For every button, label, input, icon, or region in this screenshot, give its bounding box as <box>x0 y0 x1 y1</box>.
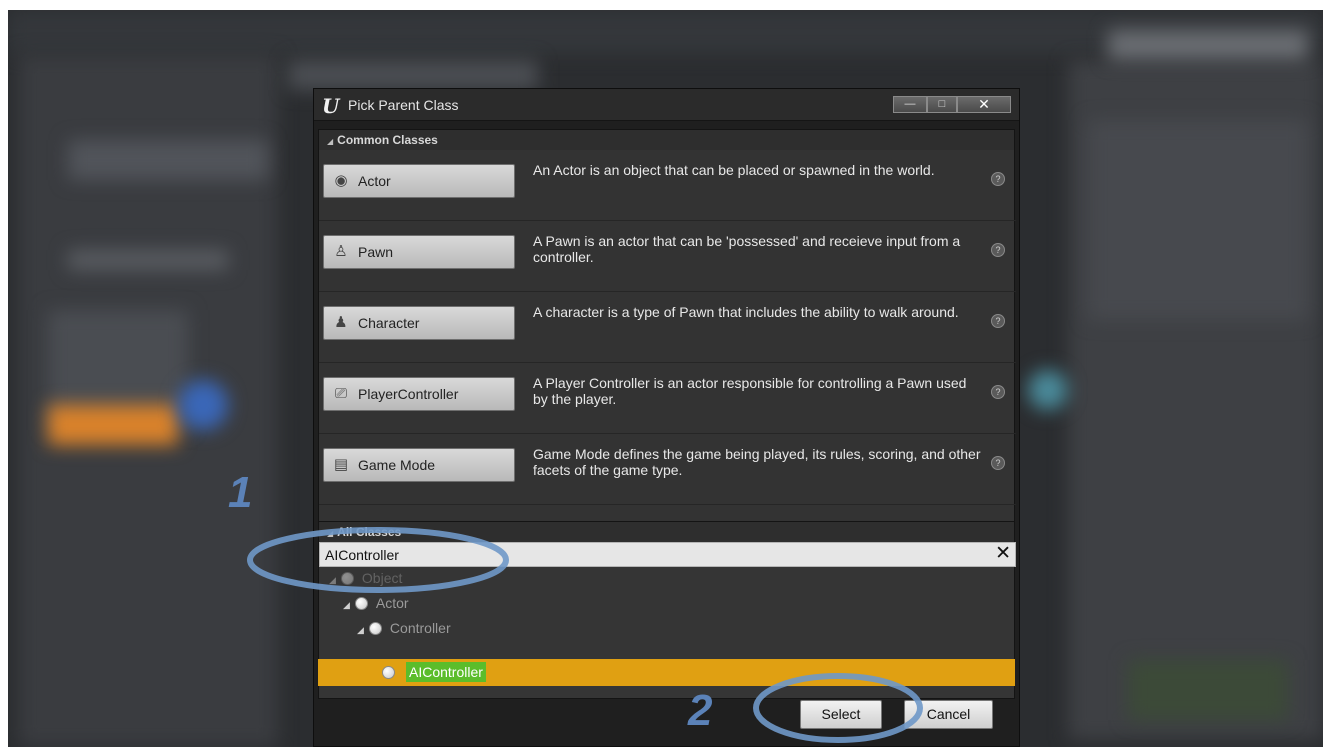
tree-node-label: Actor <box>375 595 409 611</box>
pick-parent-class-dialog: U Pick Parent Class — □ ✕ ◢ Common Classe… <box>313 88 1020 747</box>
game-mode-class-button[interactable]: ▤ Game Mode <box>323 448 515 482</box>
minimize-button[interactable]: — <box>893 96 927 113</box>
game-mode-icon: ▤ <box>333 456 349 473</box>
common-classes-section: ◢ Common Classes ◉ Actor An Actor is an ob… <box>318 129 1016 553</box>
class-description: Game Mode defines the game being played,… <box>533 446 981 478</box>
window-controls: — □ ✕ <box>893 96 1011 113</box>
search-value: AIController <box>325 547 399 563</box>
help-icon[interactable]: ? <box>991 172 1005 186</box>
class-row-actor: ◉ Actor An Actor is an object that can be… <box>319 150 1016 221</box>
expand-triangle-icon: ◢ <box>343 600 350 610</box>
help-icon[interactable]: ? <box>991 456 1005 470</box>
class-row-playercontroller: ⎚ PlayerController A Player Controller is… <box>319 363 1016 434</box>
screenshot-stage: U Pick Parent Class — □ ✕ ◢ Common Classe… <box>0 0 1330 747</box>
dialog-title: Pick Parent Class <box>348 97 459 113</box>
tree-node-controller[interactable]: ◢ Controller <box>357 616 451 640</box>
button-label: Pawn <box>358 244 394 260</box>
button-label: Actor <box>358 173 391 189</box>
common-classes-header[interactable]: ◢ Common Classes <box>319 130 1014 150</box>
backdrop-search-box <box>1108 30 1308 60</box>
annotation-step-1: 1 <box>228 468 253 517</box>
expand-triangle-icon: ◢ <box>329 575 336 585</box>
playercontroller-class-button[interactable]: ⎚ PlayerController <box>323 377 515 411</box>
help-icon[interactable]: ? <box>991 243 1005 257</box>
backdrop-row <box>68 250 228 270</box>
annotation-step-2: 2 <box>688 686 713 735</box>
help-icon[interactable]: ? <box>991 385 1005 399</box>
all-classes-header[interactable]: ◢ All Classes <box>319 522 1014 542</box>
pawn-figure-icon: ♙ <box>334 243 348 260</box>
cancel-button[interactable]: Cancel <box>904 700 993 729</box>
backdrop-blue-node <box>178 380 228 430</box>
class-search-input[interactable]: AIController ✕ <box>319 542 1016 567</box>
close-button[interactable]: ✕ <box>957 96 1011 113</box>
unreal-logo-icon: U <box>322 94 340 118</box>
class-description: A character is a type of Pawn that inclu… <box>533 304 959 320</box>
button-label: Game Mode <box>358 457 436 473</box>
backdrop-panel-block <box>68 140 268 180</box>
tree-node-label: Object <box>361 570 403 586</box>
maximize-button[interactable]: □ <box>927 96 957 113</box>
collapse-triangle-icon: ◢ <box>327 529 334 538</box>
class-sphere-icon <box>382 666 395 679</box>
clear-search-icon[interactable]: ✕ <box>995 544 1011 564</box>
backdrop-details <box>1088 120 1308 320</box>
help-icon[interactable]: ? <box>991 314 1005 328</box>
actor-class-button[interactable]: ◉ Actor <box>323 164 515 198</box>
backdrop-tab-strip <box>288 60 538 90</box>
class-sphere-icon <box>368 622 382 635</box>
section-title: Common Classes <box>337 133 438 147</box>
backdrop-orange-item <box>48 405 178 445</box>
character-figure-icon: ♟ <box>334 314 348 331</box>
class-description: A Player Controller is an actor responsi… <box>533 375 967 407</box>
button-label: Character <box>358 315 420 331</box>
tree-node-object[interactable]: ◢ Object <box>329 566 402 590</box>
player-controller-icon: ⎚ <box>334 385 347 402</box>
tree-node-label: Controller <box>389 620 451 636</box>
class-row-pawn: ♙ Pawn A Pawn is an actor that can be 'po… <box>319 221 1016 292</box>
tree-node-label: AIController <box>406 662 486 682</box>
collapse-triangle-icon: ◢ <box>327 137 334 146</box>
class-description: An Actor is an object that can be placed… <box>533 162 935 178</box>
class-sphere-icon <box>340 572 354 585</box>
backdrop-green-block <box>1128 660 1288 720</box>
pawn-class-button[interactable]: ♙ Pawn <box>323 235 515 269</box>
section-title: All Classes <box>337 525 402 539</box>
sphere-icon: ◉ <box>334 172 348 189</box>
dialog-title-bar[interactable]: U Pick Parent Class — □ ✕ <box>314 89 1019 121</box>
class-row-game-mode: ▤ Game Mode Game Mode defines the game be… <box>319 434 1016 505</box>
expand-triangle-icon: ◢ <box>357 625 364 635</box>
select-button[interactable]: Select <box>800 700 882 729</box>
button-label: PlayerController <box>358 386 459 402</box>
class-row-character: ♟ Character A character is a type of Pawn… <box>319 292 1016 363</box>
class-sphere-icon <box>354 597 368 610</box>
tree-node-aicontroller-selected[interactable]: AIController <box>318 659 1015 686</box>
class-description: A Pawn is an actor that can be 'possesse… <box>533 233 961 265</box>
backdrop-teal-node <box>1028 370 1068 410</box>
tree-node-actor[interactable]: ◢ Actor <box>343 591 409 615</box>
character-class-button[interactable]: ♟ Character <box>323 306 515 340</box>
